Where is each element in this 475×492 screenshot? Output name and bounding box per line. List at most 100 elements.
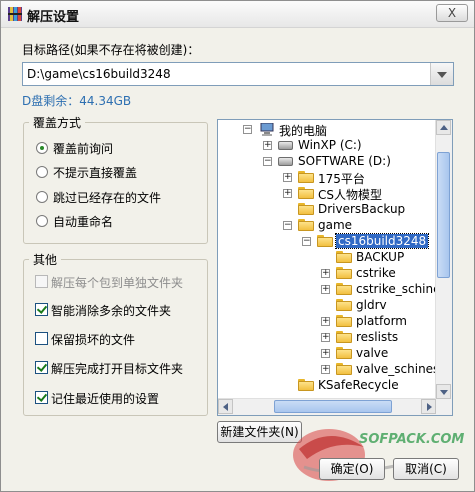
tree-node-my-computer[interactable]: − 我的电脑 <box>218 122 434 138</box>
expand-icon[interactable]: + <box>283 189 292 198</box>
scroll-right-button[interactable] <box>421 399 436 414</box>
folder-tree[interactable]: − 我的电脑 + WinXP (C:) − SOFTWARE (D:) + 17… <box>217 119 453 416</box>
expand-icon[interactable]: + <box>263 141 272 150</box>
chevron-down-icon[interactable] <box>430 63 453 85</box>
checkbox-label[interactable]: 智能消除多余的文件夹 <box>51 302 171 319</box>
tree-node-label: valve_schinese <box>356 362 447 376</box>
target-path-combobox[interactable]: D:\game\cs16build3248 <box>22 62 454 86</box>
vertical-scroll-thumb[interactable] <box>437 152 450 278</box>
tree-node-folder[interactable]: + cstrike_schines <box>218 282 447 298</box>
folder-icon <box>336 283 352 295</box>
checkbox-label[interactable]: 保留损坏的文件 <box>51 331 135 348</box>
expand-icon[interactable]: + <box>321 365 330 374</box>
collapse-icon[interactable]: − <box>283 221 292 230</box>
cancel-button[interactable]: 取消(C) <box>393 458 459 480</box>
tree-node-selected-folder[interactable]: − cs16build3248 <box>218 233 434 250</box>
folder-icon <box>336 299 352 311</box>
folder-icon <box>336 331 352 343</box>
checkbox-remember-settings[interactable] <box>35 391 48 404</box>
collapse-icon[interactable]: − <box>302 237 311 246</box>
tree-node-label: game <box>318 218 353 232</box>
tree-node-folder[interactable]: + 175平台 <box>218 170 434 186</box>
tree-node-label: cstrike <box>356 266 396 280</box>
folder-icon <box>336 267 352 279</box>
close-button[interactable]: X <box>436 4 468 22</box>
tree-node-label: valve <box>356 346 389 360</box>
scroll-left-button[interactable] <box>218 399 233 414</box>
collapse-icon[interactable]: − <box>243 125 252 134</box>
window-title: 解压设置 <box>27 10 80 25</box>
tree-node-folder[interactable]: + valve_schinese <box>218 362 447 378</box>
computer-icon <box>260 123 274 136</box>
tree-node-folder[interactable]: + CS人物模型 <box>218 186 434 202</box>
folder-icon <box>336 315 352 327</box>
checkbox-keep-broken-files[interactable] <box>35 332 48 345</box>
drive-icon <box>278 141 293 150</box>
other-group-title: 其他 <box>29 251 62 268</box>
tree-node-folder[interactable]: − game <box>218 218 434 234</box>
expand-icon[interactable]: + <box>321 333 330 342</box>
chevron-right-icon <box>427 403 432 411</box>
tree-node-folder[interactable]: + platform <box>218 314 434 330</box>
tree-node-folder[interactable]: + valve <box>218 346 434 362</box>
scroll-down-button[interactable] <box>436 384 451 399</box>
tree-node-label: cs16build3248 <box>334 233 430 249</box>
tree-node-folder[interactable]: + cstrike <box>218 266 434 282</box>
checkbox-extract-each-to-folder[interactable] <box>35 275 48 288</box>
title-bar[interactable]: 解压设置 X <box>1 1 474 28</box>
overwrite-group-title: 覆盖方式 <box>29 114 86 131</box>
radio-label[interactable]: 自动重命名 <box>53 213 113 230</box>
expand-icon[interactable]: + <box>283 173 292 182</box>
radio-label[interactable]: 不提示直接覆盖 <box>53 164 137 181</box>
folder-icon <box>298 203 314 215</box>
target-path-value[interactable]: D:\game\cs16build3248 <box>27 67 171 81</box>
tree-node-label: KSafeRecycle <box>318 378 399 392</box>
expand-icon[interactable]: + <box>321 269 330 278</box>
radio-label[interactable]: 覆盖前询问 <box>53 140 113 157</box>
tree-vertical-scrollbar[interactable] <box>435 120 452 399</box>
tree-horizontal-scrollbar[interactable] <box>218 398 436 415</box>
extract-settings-dialog: 解压设置 X 目标路径(如果不存在将被创建)： D:\game\cs16buil… <box>0 0 475 492</box>
expand-icon[interactable]: + <box>321 317 330 326</box>
folder-icon <box>336 347 352 359</box>
checkbox-label[interactable]: 解压完成打开目标文件夹 <box>51 360 183 377</box>
tree-node-drive-c[interactable]: + WinXP (C:) <box>218 138 434 154</box>
radio-label[interactable]: 跳过已经存在的文件 <box>53 189 161 206</box>
radio-auto-rename[interactable] <box>36 215 48 227</box>
radio-ask-before-overwrite[interactable] <box>36 142 48 154</box>
collapse-icon[interactable]: − <box>263 157 272 166</box>
checkbox-smart-remove-folders[interactable] <box>35 303 48 316</box>
folder-open-icon <box>317 235 333 247</box>
tree-node-folder[interactable]: + reslists <box>218 330 434 346</box>
tree-node-folder[interactable]: DriversBackup <box>218 202 434 218</box>
tree-node-folder[interactable]: BACKUP <box>218 250 434 266</box>
radio-overwrite-silently[interactable] <box>36 166 48 178</box>
scrollbar-corner <box>436 399 452 415</box>
radio-skip-existing[interactable] <box>36 191 48 203</box>
tree-node-label: 175平台 <box>318 172 365 186</box>
tree-node-label: SOFTWARE (D:) <box>298 154 391 168</box>
checkbox-label[interactable]: 解压每个包到单独文件夹 <box>51 274 183 291</box>
overwrite-group <box>23 122 208 244</box>
tree-node-folder[interactable]: KSafeRecycle <box>218 378 434 394</box>
tree-node-label: platform <box>356 314 407 328</box>
archive-app-icon <box>8 7 22 21</box>
folder-icon <box>298 187 314 199</box>
tree-node-drive-d[interactable]: − SOFTWARE (D:) <box>218 154 434 170</box>
horizontal-scroll-thumb[interactable] <box>274 400 392 413</box>
expand-icon[interactable]: + <box>321 349 330 358</box>
tree-node-label: BACKUP <box>356 250 405 264</box>
tree-node-label: WinXP (C:) <box>298 138 362 152</box>
folder-icon <box>336 363 352 375</box>
target-path-label: 目标路径(如果不存在将被创建)： <box>22 43 200 57</box>
tree-node-folder[interactable]: gldrv <box>218 298 434 314</box>
checkbox-label[interactable]: 记住最近使用的设置 <box>51 390 159 407</box>
scroll-up-button[interactable] <box>436 120 451 135</box>
checkbox-open-target-folder[interactable] <box>35 361 48 374</box>
ok-button[interactable]: 确定(O) <box>319 458 385 480</box>
tree-node-label: CS人物模型 <box>318 188 382 202</box>
tree-node-label: cstrike_schines <box>356 282 447 296</box>
tree-node-label: reslists <box>356 330 399 344</box>
tree-node-label: gldrv <box>356 298 387 312</box>
expand-icon[interactable]: + <box>321 285 330 294</box>
